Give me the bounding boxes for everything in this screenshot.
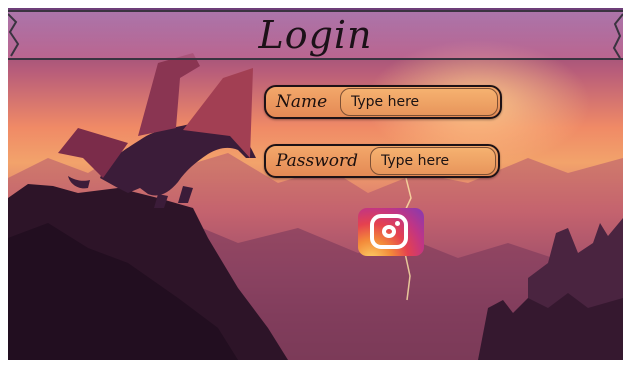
name-label: Name [276,92,328,112]
instagram-icon [370,214,408,249]
camera-lens-icon [382,225,396,238]
title-banner: Login [8,10,623,60]
password-input[interactable] [370,147,496,175]
password-field-row: Password [264,144,500,178]
page-title: Login [258,13,373,57]
password-label: Password [276,151,359,171]
name-input[interactable] [340,88,498,116]
camera-flash-icon [395,221,400,226]
instagram-button[interactable] [358,208,424,256]
name-field-row: Name [264,85,502,119]
